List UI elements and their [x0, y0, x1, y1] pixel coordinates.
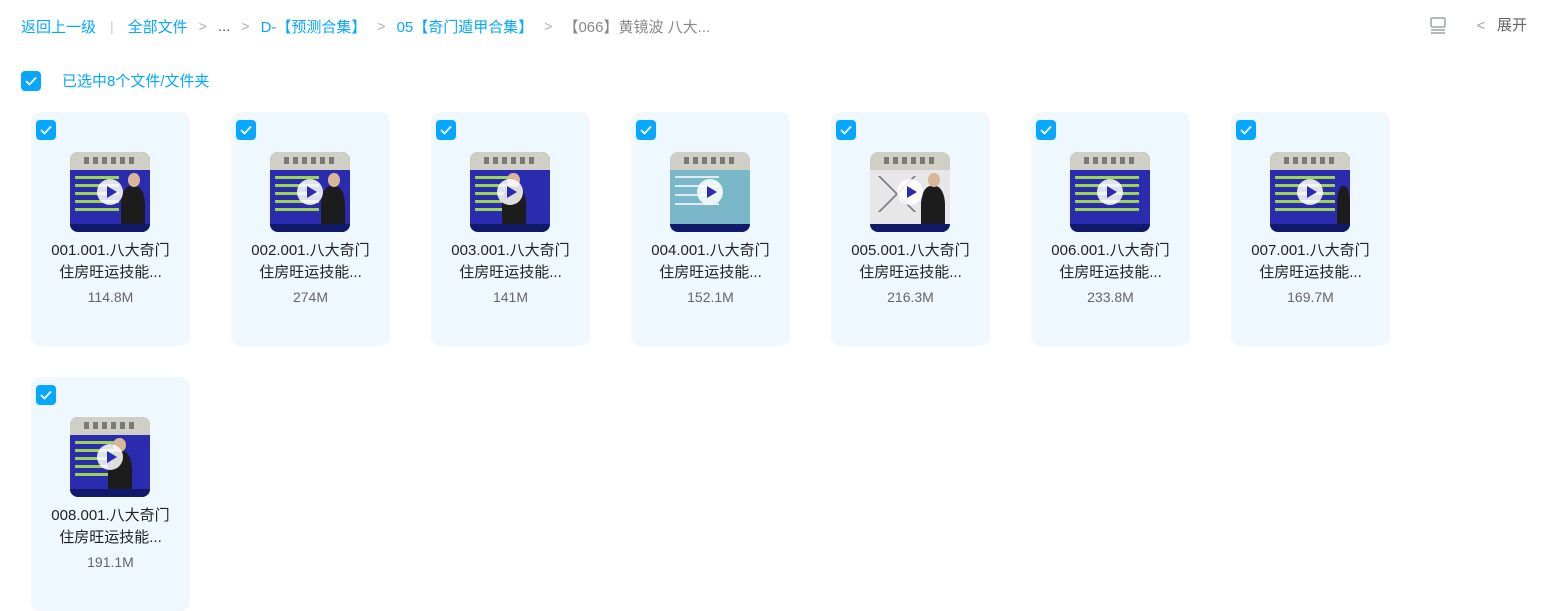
- file-name[interactable]: 003.001.八大奇门 住房旺运技能...: [431, 240, 590, 284]
- play-icon: [897, 179, 923, 205]
- video-thumbnail[interactable]: [70, 417, 150, 497]
- selection-bar: 已选中8个文件/文件夹: [21, 70, 210, 91]
- file-name[interactable]: 004.001.八大奇门 住房旺运技能...: [631, 240, 790, 284]
- list-view-icon[interactable]: [1429, 16, 1447, 34]
- toolbar: < 展开: [1429, 14, 1527, 35]
- file-checkbox[interactable]: [36, 385, 56, 405]
- file-name[interactable]: 001.001.八大奇门 住房旺运技能...: [31, 240, 190, 284]
- file-size: 169.7M: [1287, 289, 1334, 305]
- file-size: 114.8M: [87, 289, 134, 305]
- play-icon: [1297, 179, 1323, 205]
- file-card[interactable]: 004.001.八大奇门 住房旺运技能... 152.1M: [631, 112, 790, 346]
- file-card[interactable]: 006.001.八大奇门 住房旺运技能... 233.8M: [1031, 112, 1190, 346]
- file-size: 216.3M: [887, 289, 934, 305]
- breadcrumb-ellipsis[interactable]: ...: [218, 18, 231, 35]
- breadcrumb-divider: |: [110, 18, 114, 34]
- file-card[interactable]: 002.001.八大奇门 住房旺运技能... 274M: [231, 112, 390, 346]
- breadcrumb: 返回上一级 | 全部文件 > ... > D-【预测合集】 > 05【奇门遁甲合…: [21, 16, 710, 36]
- file-checkbox[interactable]: [1036, 120, 1056, 140]
- breadcrumb-all-files[interactable]: 全部文件: [128, 16, 188, 37]
- selection-count-label: 已选中8个文件/文件夹: [62, 73, 210, 90]
- play-icon: [97, 179, 123, 205]
- file-size: 141M: [492, 289, 529, 305]
- file-name[interactable]: 006.001.八大奇门 住房旺运技能...: [1031, 240, 1190, 284]
- video-thumbnail[interactable]: [1070, 152, 1150, 232]
- select-all-checkbox[interactable]: [21, 70, 41, 91]
- play-icon: [497, 179, 523, 205]
- video-thumbnail[interactable]: [1270, 152, 1350, 232]
- file-name[interactable]: 007.001.八大奇门 住房旺运技能...: [1231, 240, 1390, 284]
- breadcrumb-separator-icon: >: [544, 18, 553, 34]
- file-checkbox[interactable]: [436, 120, 456, 140]
- file-checkbox[interactable]: [1236, 120, 1256, 140]
- file-card[interactable]: 008.001.八大奇门 住房旺运技能... 191.1M: [31, 377, 190, 611]
- file-name[interactable]: 005.001.八大奇门 住房旺运技能...: [831, 240, 990, 284]
- file-size: 191.1M: [87, 554, 134, 570]
- expand-label: 展开: [1496, 17, 1527, 34]
- breadcrumb-separator-icon: >: [241, 18, 250, 34]
- file-size: 274M: [292, 289, 329, 305]
- video-thumbnail[interactable]: [870, 152, 950, 232]
- file-card[interactable]: 005.001.八大奇门 住房旺运技能... 216.3M: [831, 112, 990, 346]
- breadcrumb-level2[interactable]: 05【奇门遁甲合集】: [397, 16, 534, 37]
- video-thumbnail[interactable]: [470, 152, 550, 232]
- file-card[interactable]: 003.001.八大奇门 住房旺运技能... 141M: [431, 112, 590, 346]
- breadcrumb-separator-icon: >: [198, 18, 207, 34]
- play-icon: [1097, 179, 1123, 205]
- back-link[interactable]: 返回上一级: [21, 16, 96, 37]
- file-card[interactable]: 007.001.八大奇门 住房旺运技能... 169.7M: [1231, 112, 1390, 346]
- file-size: 152.1M: [687, 289, 734, 305]
- chevron-left-icon: <: [1476, 16, 1485, 33]
- video-thumbnail[interactable]: [670, 152, 750, 232]
- play-icon: [297, 179, 323, 205]
- file-checkbox[interactable]: [236, 120, 256, 140]
- file-checkbox[interactable]: [36, 120, 56, 140]
- breadcrumb-current: 【066】黄镜波 八大...: [563, 18, 711, 36]
- breadcrumb-level1[interactable]: D-【预测合集】: [261, 16, 367, 37]
- video-thumbnail[interactable]: [70, 152, 150, 232]
- file-card[interactable]: 001.001.八大奇门 住房旺运技能... 114.8M: [31, 112, 190, 346]
- video-thumbnail[interactable]: [270, 152, 350, 232]
- file-checkbox[interactable]: [836, 120, 856, 140]
- breadcrumb-separator-icon: >: [377, 18, 386, 34]
- play-icon: [697, 179, 723, 205]
- expand-button[interactable]: < 展开: [1477, 14, 1527, 35]
- file-name[interactable]: 002.001.八大奇门 住房旺运技能...: [231, 240, 390, 284]
- file-name[interactable]: 008.001.八大奇门 住房旺运技能...: [31, 505, 190, 549]
- play-icon: [97, 444, 123, 470]
- file-checkbox[interactable]: [636, 120, 656, 140]
- file-size: 233.8M: [1087, 289, 1134, 305]
